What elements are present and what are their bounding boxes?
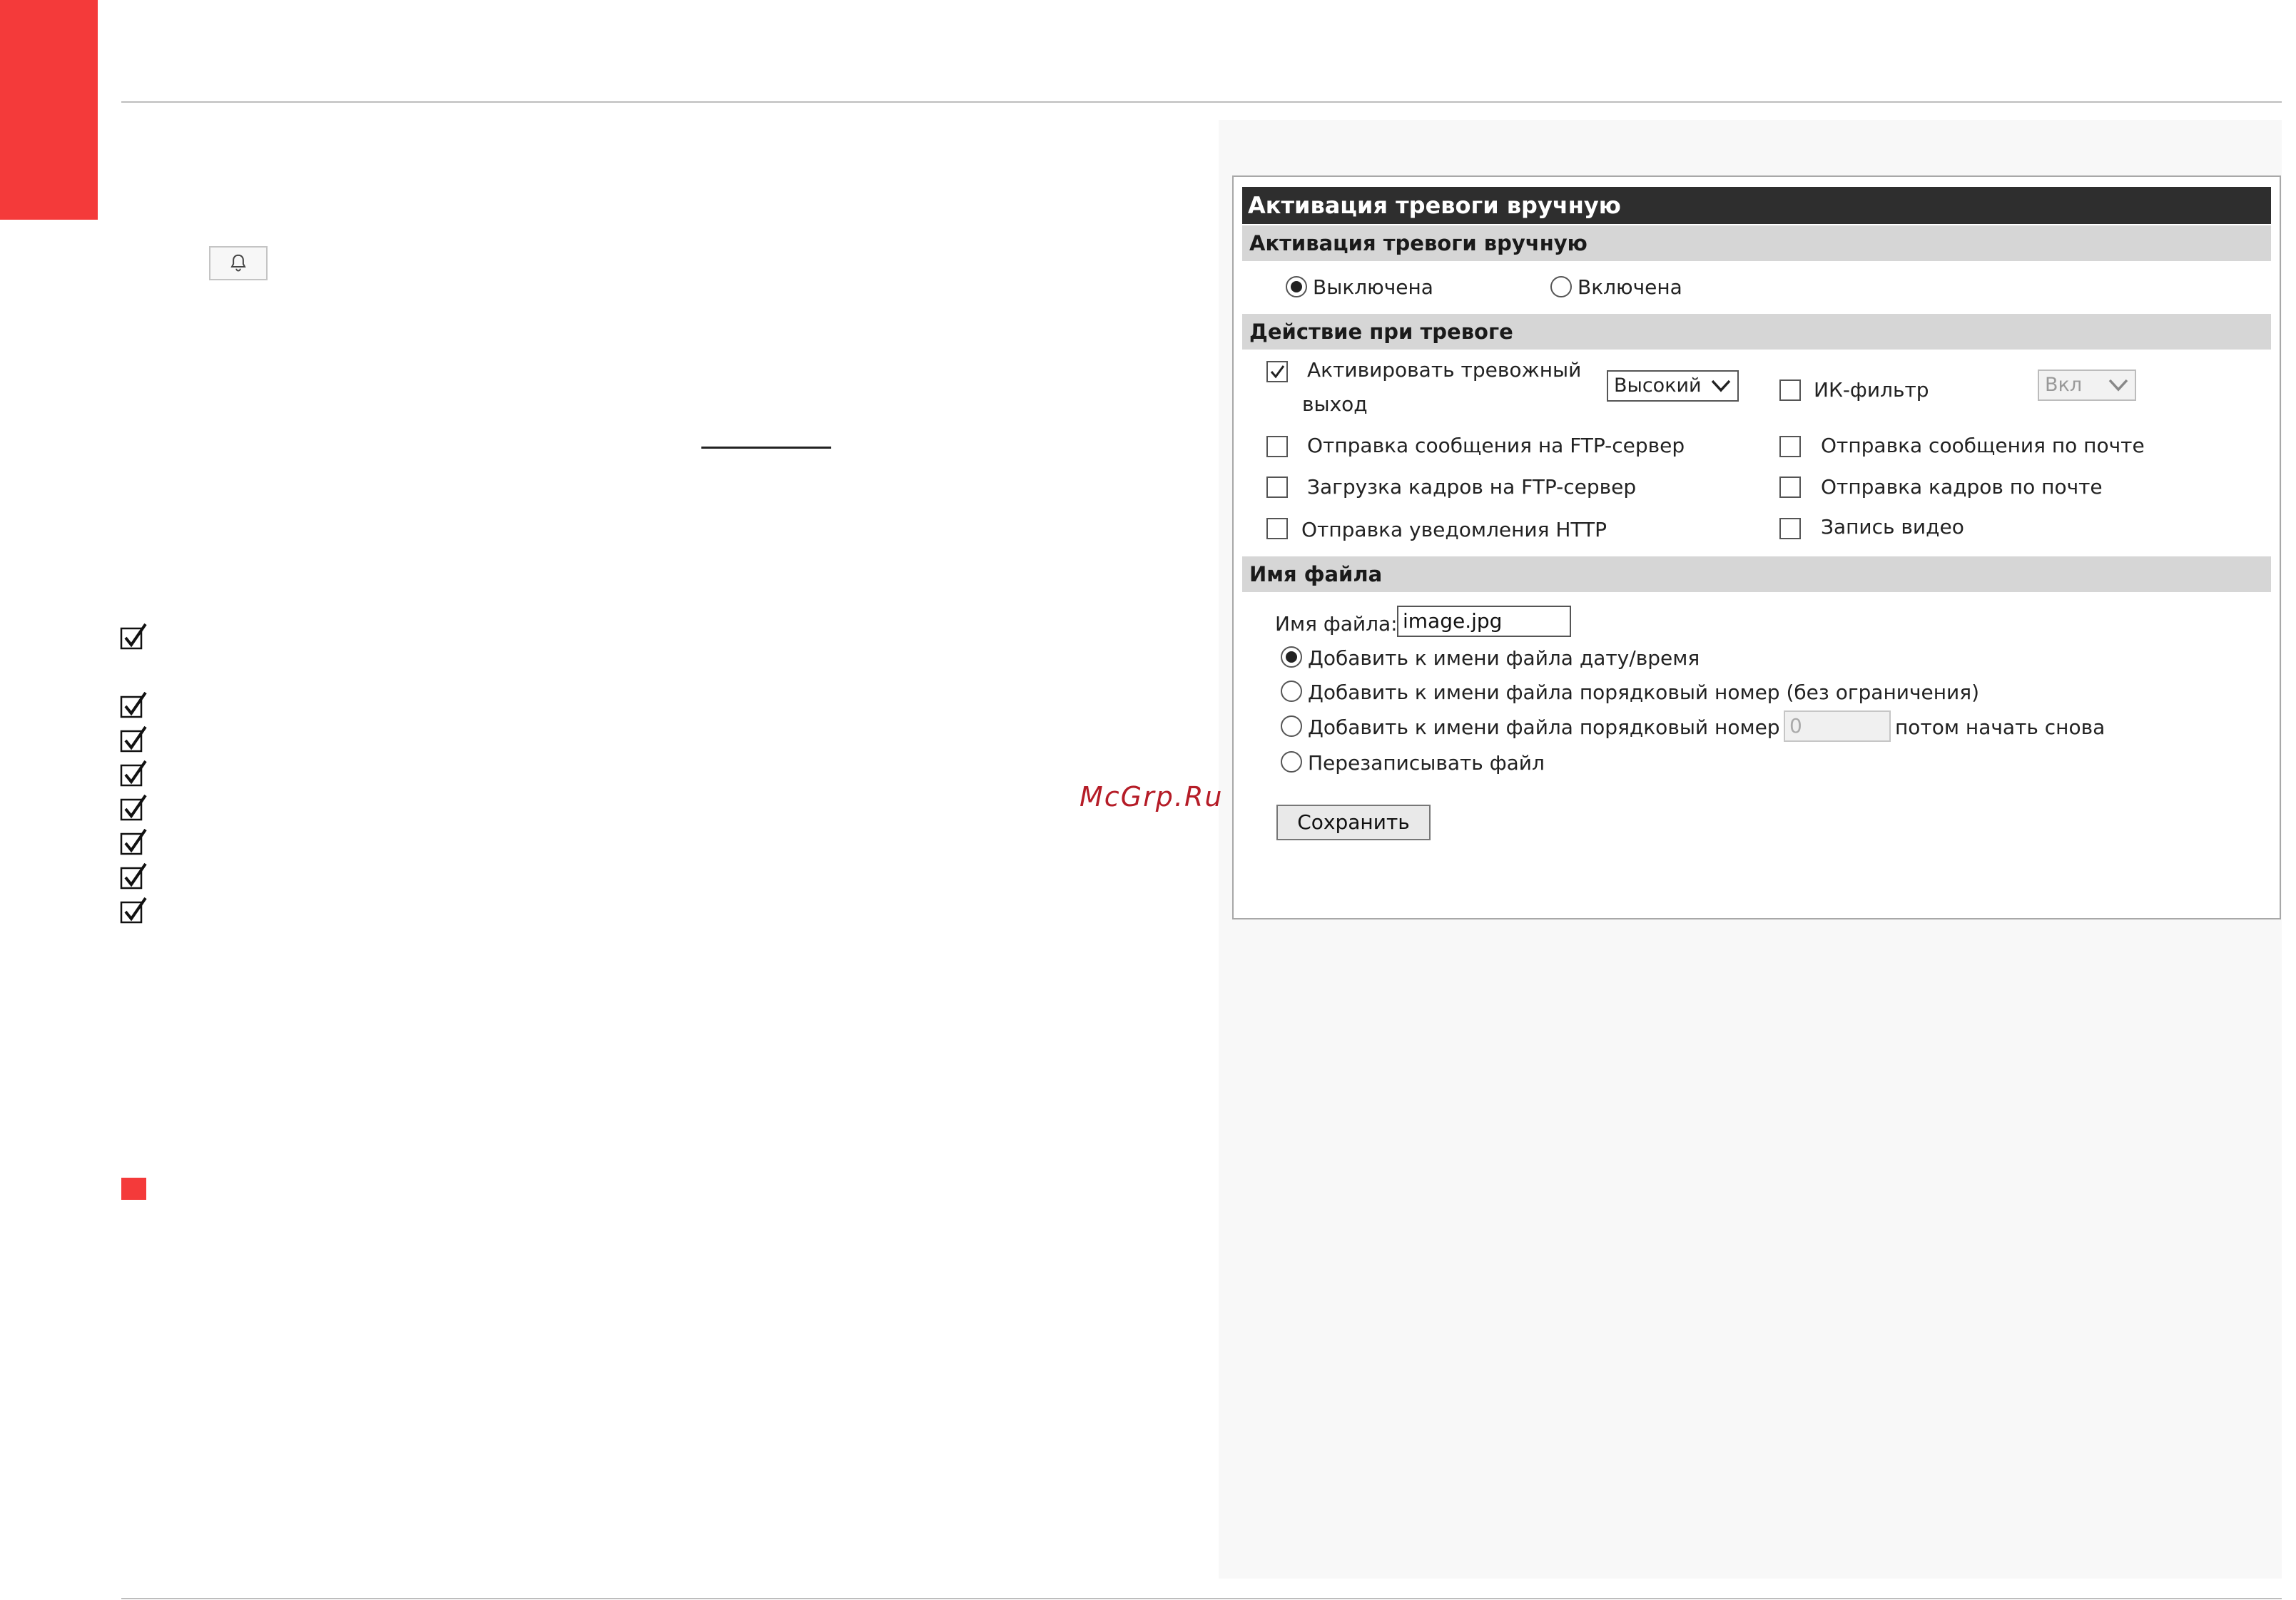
checkbox-http-notify[interactable] xyxy=(1266,518,1288,539)
checkbox-email-frames[interactable] xyxy=(1779,477,1801,498)
email-frames-label: Отправка кадров по почте xyxy=(1821,475,2103,499)
alarm-output-level-value: Высокий xyxy=(1614,374,1702,397)
overwrite-file-label: Перезаписывать файл xyxy=(1308,751,1545,775)
ftp-upload-label: Загрузка кадров на FTP-сервер xyxy=(1307,475,1637,499)
checkmark-icon xyxy=(120,622,148,651)
radio-append-datetime[interactable] xyxy=(1281,646,1302,668)
alarm-output-label-cont: выход xyxy=(1302,392,1368,416)
checkmark-icon xyxy=(120,691,148,719)
alarm-output-label: Активировать тревожный xyxy=(1307,358,1582,382)
checkmark-icon xyxy=(120,862,148,890)
filename-input[interactable]: image.jpg xyxy=(1397,606,1571,637)
radio-alarm-off-label: Выключена xyxy=(1313,275,1433,299)
checkbox-video-record[interactable] xyxy=(1779,518,1801,539)
ir-filter-value: Вкл xyxy=(2045,374,2083,396)
bell-icon xyxy=(230,254,246,272)
radio-alarm-on-label: Включена xyxy=(1578,275,1682,299)
page-corner-tab xyxy=(0,0,98,220)
ftp-message-label: Отправка сообщения на FTP-сервер xyxy=(1307,434,1685,457)
note-marker xyxy=(121,1178,146,1200)
header-rule xyxy=(121,101,2282,103)
watermark: McGrp.Ru xyxy=(1080,781,1224,812)
section-manual-alarm: Активация тревоги вручную xyxy=(1242,225,2271,261)
footer-rule xyxy=(121,1598,2282,1599)
alarm-output-level-select[interactable]: Высокий xyxy=(1607,370,1739,402)
section-file-name: Имя файла xyxy=(1242,556,2271,592)
text-underline xyxy=(701,447,831,449)
ir-filter-select[interactable]: Вкл xyxy=(2038,370,2136,401)
http-notify-label: Отправка уведомления HTTP xyxy=(1301,518,1607,541)
radio-append-sequence-limit[interactable] xyxy=(1281,715,1302,737)
alarm-bell-button[interactable] xyxy=(209,246,268,280)
radio-append-sequence-unlimited[interactable] xyxy=(1281,681,1302,702)
alarm-settings-panel: Активация тревоги вручную Активация трев… xyxy=(1232,175,2281,919)
save-button[interactable]: Сохранить xyxy=(1276,805,1431,840)
append-sequence-limit-label: Добавить к имени файла порядковый номер … xyxy=(1308,715,1812,739)
checkmark-icon xyxy=(120,827,148,856)
checkmark-icon xyxy=(120,725,148,753)
checkmark-icon xyxy=(1270,365,1285,379)
section-alarm-action: Действие при тревоге xyxy=(1242,314,2271,350)
filename-label: Имя файла: xyxy=(1275,612,1398,636)
checkmark-icon xyxy=(120,896,148,924)
radio-alarm-off[interactable] xyxy=(1286,276,1307,297)
chevron-down-icon xyxy=(2108,379,2128,392)
checkbox-ftp-message[interactable] xyxy=(1266,436,1288,457)
sequence-limit-input[interactable]: 0 xyxy=(1784,710,1891,742)
checkbox-ftp-upload[interactable] xyxy=(1266,477,1288,498)
checkmark-icon xyxy=(120,759,148,788)
radio-overwrite-file[interactable] xyxy=(1281,751,1302,773)
panel-title: Активация тревоги вручную xyxy=(1242,187,2271,224)
sequence-limit-suffix: потом начать снова xyxy=(1895,715,2105,739)
checkbox-ir-filter[interactable] xyxy=(1779,379,1801,401)
checkbox-alarm-output[interactable] xyxy=(1266,361,1288,382)
checkmark-icon xyxy=(120,793,148,822)
checkbox-email-message[interactable] xyxy=(1779,436,1801,457)
append-sequence-unlimited-label: Добавить к имени файла порядковый номер … xyxy=(1308,681,1980,704)
chevron-down-icon xyxy=(1711,379,1731,392)
video-record-label: Запись видео xyxy=(1821,515,1964,539)
append-datetime-label: Добавить к имени файла дату/время xyxy=(1308,646,1700,670)
email-message-label: Отправка сообщения по почте xyxy=(1821,434,2145,457)
ir-filter-label: ИК-фильтр xyxy=(1814,378,1929,402)
radio-alarm-on[interactable] xyxy=(1550,276,1572,297)
